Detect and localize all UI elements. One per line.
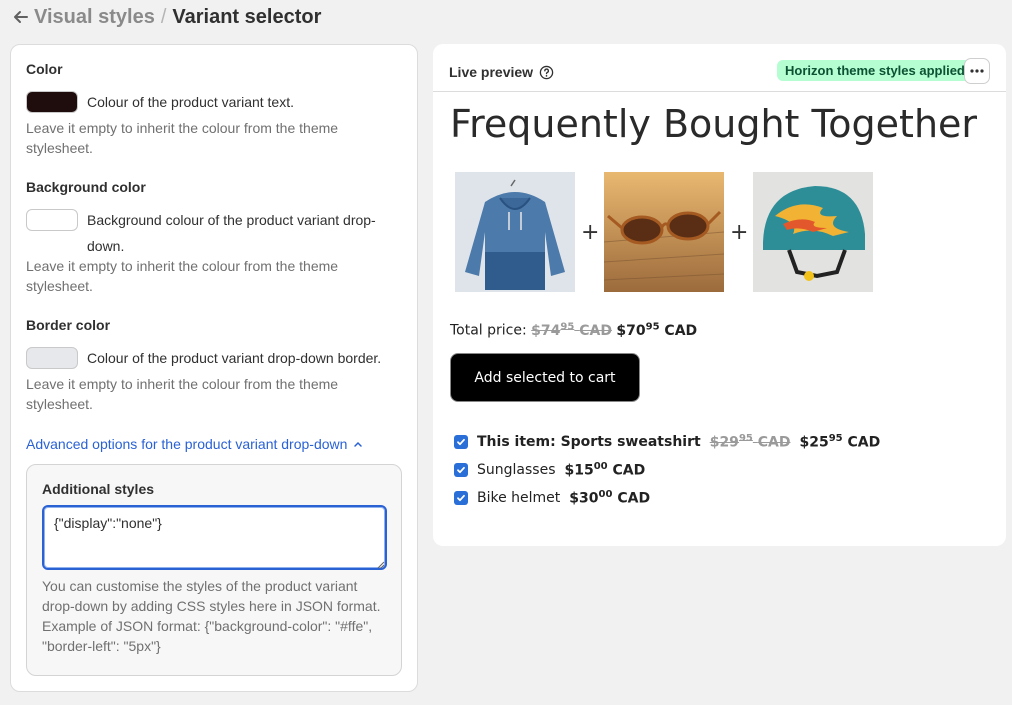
item-price-currency: CAD bbox=[847, 434, 881, 451]
help-icon[interactable] bbox=[539, 65, 554, 80]
item-label: This item: Sports sweatshirt bbox=[477, 433, 701, 450]
breadcrumb: Visual styles / Variant selector bbox=[12, 4, 321, 30]
breadcrumb-parent[interactable]: Visual styles bbox=[34, 6, 155, 29]
checkbox-checked-icon[interactable] bbox=[454, 490, 468, 505]
additional-styles-help-text: You can customise the styles of the prod… bbox=[42, 578, 381, 654]
border-description: Colour of the product variant drop-down … bbox=[87, 350, 382, 366]
total-old-price: $7495 CAD bbox=[531, 321, 612, 339]
plus-separator: + bbox=[581, 220, 600, 245]
breadcrumb-separator: / bbox=[160, 5, 167, 28]
additional-styles-input[interactable]: {"display":"none"} bbox=[42, 505, 387, 570]
border-color-swatch[interactable] bbox=[26, 347, 78, 369]
item-label: Sunglasses bbox=[477, 461, 556, 478]
item-old-price-currency: CAD bbox=[757, 434, 791, 451]
preview-title-text: Live preview bbox=[449, 64, 534, 80]
resize-handle-icon[interactable] bbox=[375, 559, 385, 569]
item-old-price: $2995 CAD bbox=[710, 433, 791, 451]
item-price-cents: 00 bbox=[598, 489, 613, 500]
more-actions-button[interactable] bbox=[964, 58, 990, 84]
live-preview-card: Live preview Horizon theme styles applie… bbox=[433, 44, 1006, 546]
hoodie-image bbox=[455, 172, 575, 292]
total-old-price-main: $74 bbox=[531, 322, 561, 339]
plus-separator-2: + bbox=[730, 220, 749, 245]
item-price-currency: CAD bbox=[612, 462, 646, 479]
item-price: $1500 CAD bbox=[564, 461, 645, 479]
bundle-heading: Frequently Bought Together bbox=[450, 102, 978, 146]
border-section-title: Border color bbox=[26, 317, 111, 333]
item-price-currency: CAD bbox=[617, 490, 651, 507]
advanced-options-toggle[interactable]: Advanced options for the product variant… bbox=[26, 436, 363, 452]
total-new-price-main: $70 bbox=[616, 322, 646, 339]
item-price-cents: 95 bbox=[828, 433, 843, 444]
helmet-image bbox=[753, 172, 873, 292]
arrow-left-icon[interactable] bbox=[12, 8, 30, 26]
total-price: Total price: $7495 CAD $7095 CAD bbox=[450, 321, 697, 339]
advanced-options-label: Advanced options for the product variant… bbox=[26, 436, 348, 452]
settings-card: Color Colour of the product variant text… bbox=[10, 44, 418, 692]
item-old-price-cents: 95 bbox=[738, 433, 753, 444]
ellipsis-icon bbox=[970, 69, 984, 73]
checkbox-checked-icon[interactable] bbox=[454, 462, 468, 477]
preview-header: Live preview Horizon theme styles applie… bbox=[433, 44, 1006, 92]
item-label: Bike helmet bbox=[477, 489, 561, 506]
item-price: $2595 CAD bbox=[799, 433, 880, 451]
total-new-price: $7095 CAD bbox=[616, 321, 698, 339]
total-old-price-currency: CAD bbox=[579, 322, 612, 339]
color-description: Colour of the product variant text. bbox=[87, 94, 294, 110]
item-old-price-main: $29 bbox=[709, 434, 739, 451]
total-price-label: Total price: bbox=[450, 322, 527, 339]
page-title: Variant selector bbox=[172, 5, 322, 28]
color-swatch[interactable] bbox=[26, 91, 78, 113]
theme-status-badge: Horizon theme styles applied bbox=[777, 60, 973, 81]
total-new-price-currency: CAD bbox=[664, 322, 698, 339]
item-price-main: $15 bbox=[564, 462, 594, 479]
total-old-price-cents: 95 bbox=[560, 321, 575, 332]
background-color-swatch[interactable] bbox=[26, 209, 78, 231]
checkbox-checked-icon[interactable] bbox=[454, 434, 468, 449]
item-price-main: $25 bbox=[799, 434, 829, 451]
additional-styles-title: Additional styles bbox=[42, 481, 155, 497]
sunglasses-image bbox=[604, 172, 724, 292]
chevron-up-icon bbox=[354, 441, 363, 447]
total-new-price-cents: 95 bbox=[645, 321, 660, 332]
advanced-options-panel: Additional styles {"display":"none"} You… bbox=[26, 464, 402, 676]
item-price-cents: 00 bbox=[593, 461, 608, 472]
border-help-text: Leave it empty to inherit the colour fro… bbox=[26, 376, 339, 412]
preview-title: Live preview bbox=[449, 64, 554, 80]
background-help-text: Leave it empty to inherit the colour fro… bbox=[26, 258, 339, 294]
color-section-title: Color bbox=[26, 61, 63, 77]
background-section-title: Background color bbox=[26, 179, 146, 195]
color-help-text: Leave it empty to inherit the colour fro… bbox=[26, 120, 339, 156]
item-price-main: $30 bbox=[569, 490, 599, 507]
bundle-item-row[interactable]: Sunglasses $1500 CAD bbox=[454, 461, 645, 479]
item-price: $3000 CAD bbox=[569, 489, 650, 507]
bundle-item-row[interactable]: This item: Sports sweatshirt $2995 CAD $… bbox=[454, 433, 880, 451]
bundle-item-row[interactable]: Bike helmet $3000 CAD bbox=[454, 489, 650, 507]
add-to-cart-button[interactable]: Add selected to cart bbox=[450, 353, 640, 402]
background-description: Background colour of the product variant… bbox=[87, 212, 376, 254]
